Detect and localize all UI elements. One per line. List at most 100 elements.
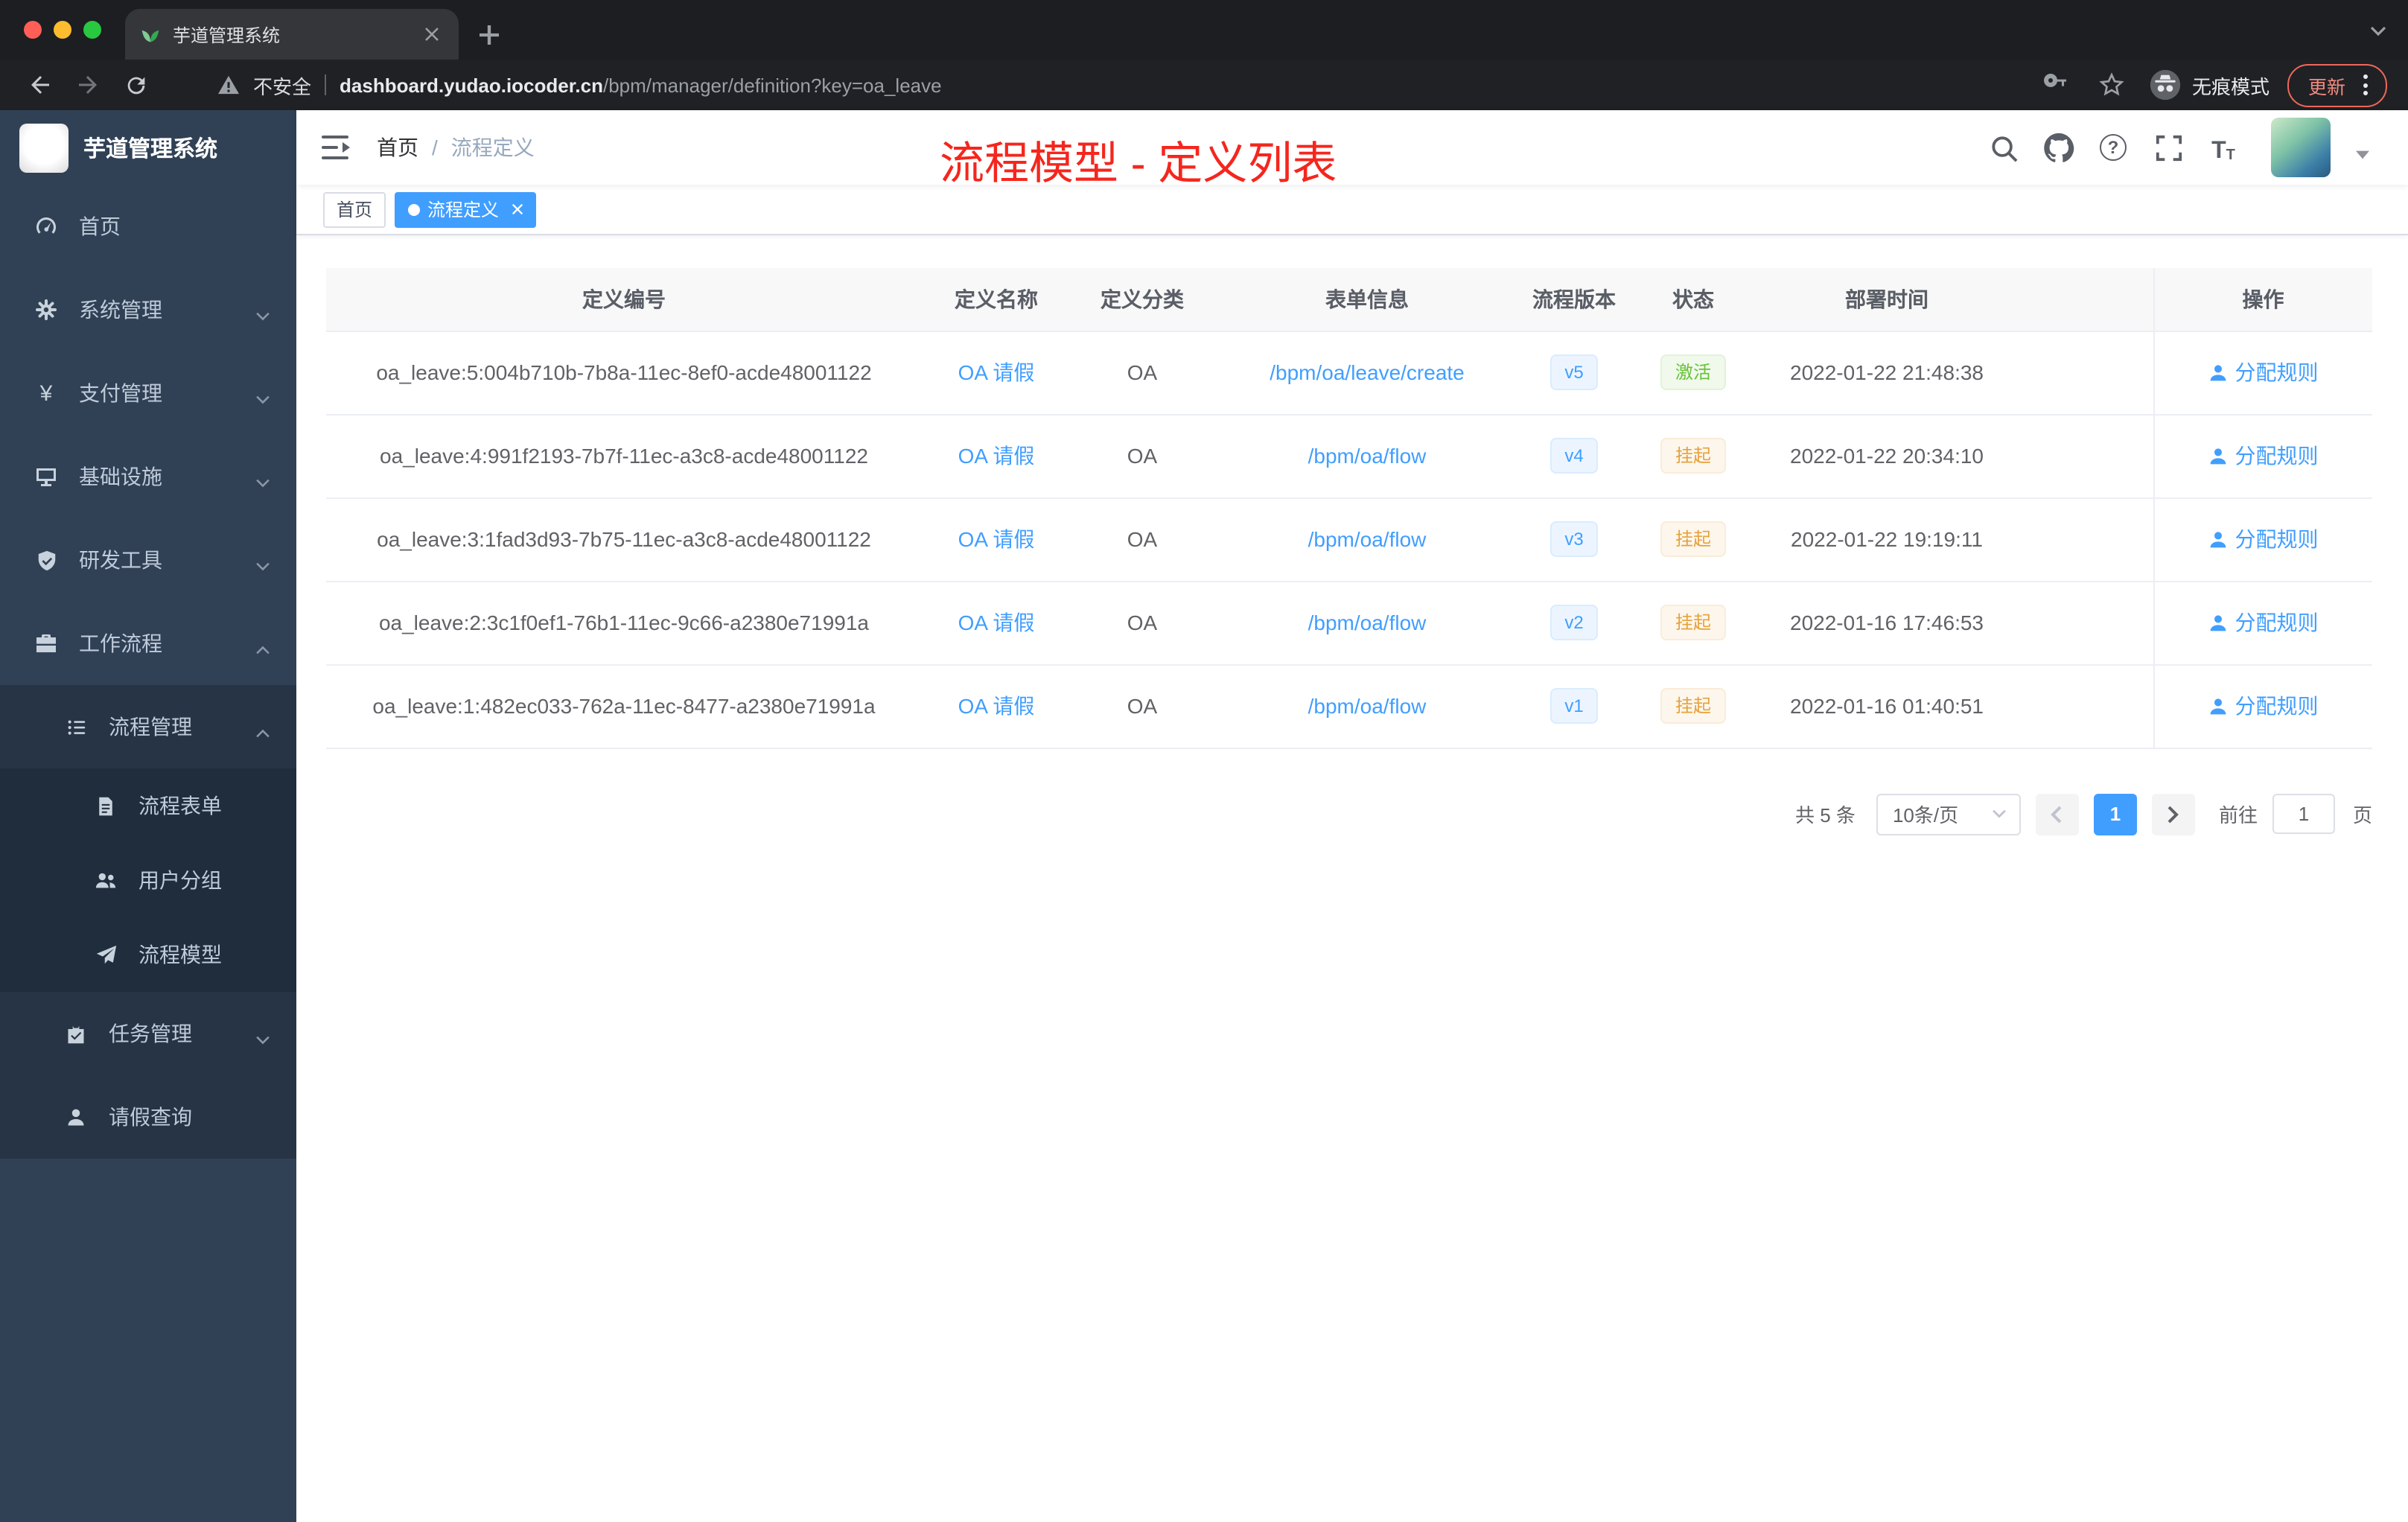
browser-update-button[interactable]: 更新 — [2287, 63, 2387, 106]
page-number-current[interactable]: 1 — [2093, 793, 2137, 835]
breadcrumb-home[interactable]: 首页 — [377, 133, 418, 162]
prev-page-button[interactable] — [2035, 793, 2079, 835]
forward-button[interactable] — [69, 66, 107, 104]
tag-process-definition[interactable]: 流程定义 — [395, 191, 537, 227]
column-header-definition-name: 定义名称 — [922, 268, 1071, 331]
window-close-button[interactable] — [24, 21, 42, 39]
status-badge: 挂起 — [1660, 688, 1726, 724]
tag-home[interactable]: 首页 — [323, 191, 386, 227]
sidebar-item-task-management[interactable]: 任务管理 — [0, 992, 296, 1075]
window-controls — [0, 0, 125, 60]
warning-icon — [217, 74, 240, 95]
active-dot — [408, 203, 421, 215]
cell-deploy-time: 2022-01-22 20:34:10 — [1759, 414, 2015, 498]
definition-name-link[interactable]: OA 请假 — [958, 444, 1035, 468]
page-goto-input[interactable] — [2272, 794, 2335, 834]
sidebar-item-process-management[interactable]: 流程管理 — [0, 685, 296, 768]
browser-tab[interactable]: 芋道管理系统 — [125, 9, 459, 60]
definition-name-link[interactable]: OA 请假 — [958, 360, 1035, 384]
sidebar-item-process-form[interactable]: 流程表单 — [0, 768, 296, 843]
sidebar-toggle-icon[interactable] — [322, 133, 351, 162]
address-bar[interactable]: 不安全 dashboard.yudao.iocoder.cn/bpm/manag… — [217, 71, 2009, 99]
sidebar-item-leave-query[interactable]: 请假查询 — [0, 1075, 296, 1159]
cell-category: OA — [1071, 331, 1214, 415]
browser-menu-icon[interactable] — [2359, 73, 2372, 97]
divider — [325, 74, 327, 95]
definition-name-link[interactable]: OA 请假 — [958, 611, 1035, 634]
cell-definition-id: oa_leave:2:3c1f0ef1-76b1-11ec-9c66-a2380… — [326, 581, 922, 665]
font-size-icon[interactable] — [2207, 131, 2240, 164]
sidebar-item-process-model[interactable]: 流程模型 — [0, 917, 296, 992]
sidebar-item-label: 系统管理 — [79, 298, 162, 322]
screen: 芋道管理系统 不安全 dashboard.yudao.iocoder.cn/bp… — [0, 0, 2408, 1522]
assign-rule-button[interactable]: 分配规则 — [2208, 357, 2319, 387]
tab-title: 芋道管理系统 — [173, 25, 281, 45]
browser-tab-strip: 芋道管理系统 — [0, 0, 2408, 60]
next-page-button[interactable] — [2151, 793, 2195, 835]
search-icon[interactable] — [1987, 131, 2019, 164]
chevron-down-icon — [255, 1026, 271, 1050]
cell-filler — [2015, 414, 2153, 498]
back-button[interactable] — [21, 66, 60, 104]
page-size-select[interactable]: 10条/页 — [1876, 793, 2021, 835]
definition-table: 定义编号 定义名称 定义分类 表单信息 流程版本 状态 部署时间 操作 oa_l… — [326, 268, 2372, 748]
column-header-filler — [2015, 268, 2153, 331]
close-icon[interactable] — [506, 198, 529, 220]
sidebar-item-label: 流程模型 — [138, 943, 222, 967]
form-info-link[interactable]: /bpm/oa/flow — [1308, 611, 1427, 634]
table-row: oa_leave:1:482ec033-762a-11ec-8477-a2380… — [326, 664, 2372, 748]
sidebar-item-dev-tools[interactable]: 研发工具 — [0, 518, 296, 602]
cell-filler — [2015, 497, 2153, 582]
cell-deploy-time: 2022-01-22 21:48:38 — [1759, 331, 2015, 415]
tab-search-chevron-icon[interactable] — [2369, 18, 2387, 45]
sidebar-item-user-group[interactable]: 用户分组 — [0, 843, 296, 917]
status-badge: 挂起 — [1660, 521, 1726, 557]
version-badge: v1 — [1549, 688, 1599, 724]
form-info-link[interactable]: /bpm/oa/leave/create — [1270, 360, 1465, 384]
form-info-link[interactable]: /bpm/oa/flow — [1308, 444, 1427, 468]
assign-rule-button[interactable]: 分配规则 — [2208, 608, 2319, 637]
chevron-down-icon — [255, 386, 271, 410]
help-icon[interactable] — [2097, 131, 2130, 164]
definition-name-link[interactable]: OA 请假 — [958, 694, 1035, 718]
github-icon[interactable] — [2042, 131, 2074, 164]
sidebar-item-payment-management[interactable]: 支付管理 — [0, 351, 296, 435]
yen-icon — [33, 381, 60, 405]
cell-filler — [2015, 581, 2153, 665]
site-favicon-icon — [140, 24, 161, 45]
cell-definition-id: oa_leave:4:991f2193-7b7f-11ec-a3c8-acde4… — [326, 414, 922, 498]
tab-close-icon[interactable] — [420, 22, 444, 46]
reload-button[interactable] — [116, 66, 155, 104]
pagination: 共 5 条 10条/页 1 前往 页 — [326, 793, 2372, 835]
cell-deploy-time: 2022-01-22 19:19:11 — [1759, 497, 2015, 582]
person-icon — [2210, 448, 2226, 464]
user-avatar[interactable] — [2271, 118, 2331, 177]
password-key-icon[interactable] — [2036, 66, 2074, 104]
definition-name-link[interactable]: OA 请假 — [958, 527, 1035, 551]
table-row: oa_leave:5:004b710b-7b8a-11ec-8ef0-acde4… — [326, 331, 2372, 415]
sidebar-item-home[interactable]: 首页 — [0, 185, 296, 268]
cell-category: OA — [1071, 664, 1214, 748]
sidebar-item-workflow[interactable]: 工作流程 — [0, 602, 296, 685]
bookmark-star-icon[interactable] — [2092, 66, 2131, 104]
new-tab-button[interactable] — [468, 13, 509, 55]
assign-rule-button[interactable]: 分配规则 — [2208, 441, 2319, 471]
form-info-link[interactable]: /bpm/oa/flow — [1308, 694, 1427, 718]
column-header-actions: 操作 — [2153, 268, 2372, 331]
window-zoom-button[interactable] — [83, 21, 101, 39]
sidebar-item-system-management[interactable]: 系统管理 — [0, 268, 296, 351]
main-area: 首页 / 流程定义 ? T T 流程模型 - 定义列表 首页 流程定义 定义编号… — [296, 110, 2408, 1522]
clipboard-icon — [63, 1022, 89, 1045]
person-icon — [2210, 364, 2226, 380]
avatar-dropdown-caret-icon[interactable] — [2356, 140, 2369, 167]
dashboard-icon — [33, 214, 60, 238]
window-minimize-button[interactable] — [54, 21, 71, 39]
assign-rule-button[interactable]: 分配规则 — [2208, 524, 2319, 554]
sidebar-item-infrastructure[interactable]: 基础设施 — [0, 435, 296, 518]
briefcase-icon — [33, 631, 60, 655]
assign-rule-button[interactable]: 分配规则 — [2208, 691, 2319, 721]
fullscreen-icon[interactable] — [2152, 131, 2185, 164]
table-header-row: 定义编号 定义名称 定义分类 表单信息 流程版本 状态 部署时间 操作 — [326, 268, 2372, 331]
form-info-link[interactable]: /bpm/oa/flow — [1308, 527, 1427, 551]
sidebar-item-label: 用户分组 — [138, 868, 222, 892]
